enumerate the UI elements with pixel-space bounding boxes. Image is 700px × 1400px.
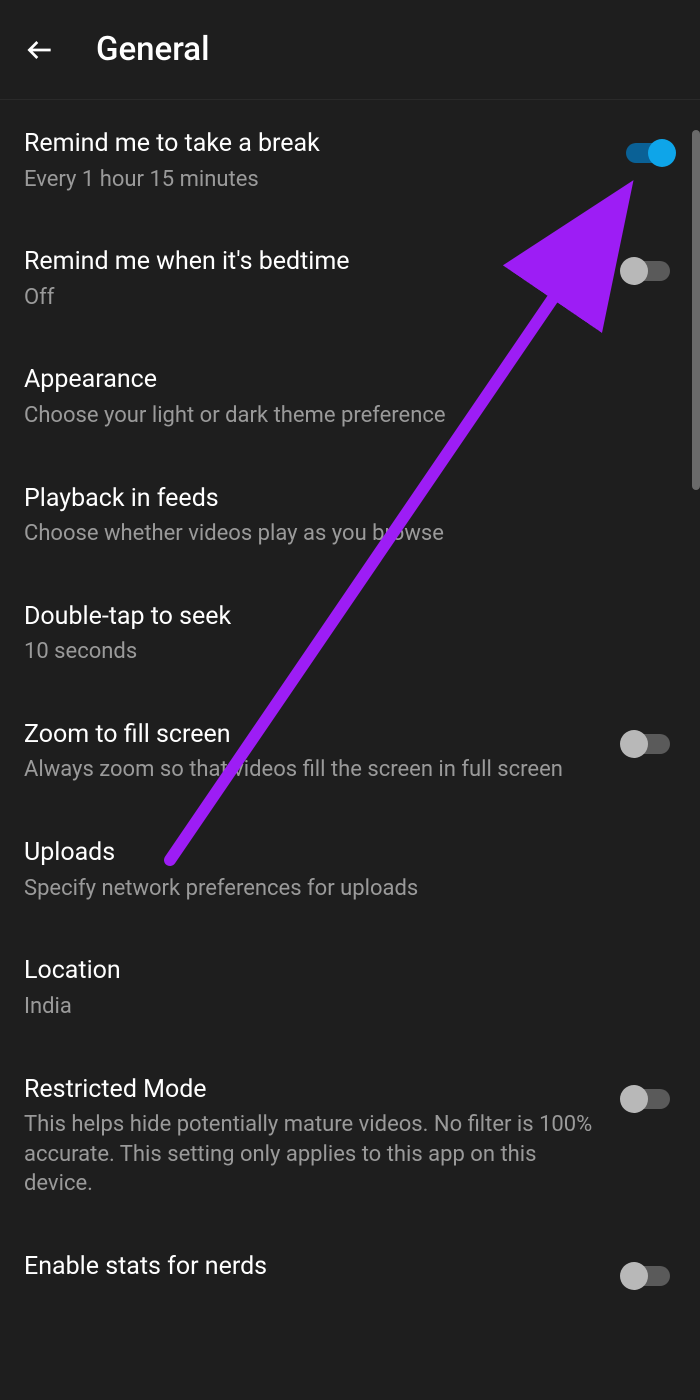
setting-title: Location: [24, 955, 656, 988]
setting-title: Restricted Mode: [24, 1074, 600, 1107]
toggle-remind-break[interactable]: [620, 138, 676, 168]
setting-appearance[interactable]: Appearance Choose your light or dark the…: [0, 336, 700, 454]
setting-subtitle: Choose your light or dark theme preferen…: [24, 401, 656, 431]
setting-remind-break[interactable]: Remind me to take a break Every 1 hour 1…: [0, 100, 700, 218]
setting-uploads[interactable]: Uploads Specify network preferences for …: [0, 809, 700, 927]
header: General: [0, 0, 700, 100]
toggle-bedtime[interactable]: [620, 256, 676, 286]
settings-list: Remind me to take a break Every 1 hour 1…: [0, 100, 700, 1315]
setting-stats-nerds[interactable]: Enable stats for nerds: [0, 1223, 700, 1315]
setting-subtitle: Off: [24, 283, 600, 313]
setting-title: Double-tap to seek: [24, 601, 656, 634]
setting-title: Playback in feeds: [24, 483, 656, 516]
setting-subtitle: 10 seconds: [24, 637, 656, 667]
setting-subtitle: Every 1 hour 15 minutes: [24, 165, 600, 195]
toggle-restricted-mode[interactable]: [620, 1084, 676, 1114]
scrollbar[interactable]: [692, 130, 700, 490]
setting-title: Enable stats for nerds: [24, 1251, 600, 1284]
setting-title: Uploads: [24, 837, 656, 870]
toggle-zoom-fill[interactable]: [620, 729, 676, 759]
setting-title: Remind me to take a break: [24, 128, 600, 161]
setting-subtitle: India: [24, 992, 656, 1022]
toggle-stats-nerds[interactable]: [620, 1261, 676, 1291]
setting-title: Zoom to fill screen: [24, 719, 600, 752]
setting-subtitle: Choose whether videos play as you browse: [24, 519, 656, 549]
setting-title: Appearance: [24, 364, 656, 397]
setting-restricted-mode[interactable]: Restricted Mode This helps hide potentia…: [0, 1046, 700, 1224]
back-arrow-icon[interactable]: [24, 34, 56, 66]
setting-zoom-fill[interactable]: Zoom to fill screen Always zoom so that …: [0, 691, 700, 809]
setting-subtitle: This helps hide potentially mature video…: [24, 1110, 600, 1199]
setting-playback-feeds[interactable]: Playback in feeds Choose whether videos …: [0, 455, 700, 573]
setting-title: Remind me when it's bedtime: [24, 246, 600, 279]
setting-location[interactable]: Location India: [0, 927, 700, 1045]
page-title: General: [96, 30, 209, 69]
setting-bedtime[interactable]: Remind me when it's bedtime Off: [0, 218, 700, 336]
setting-subtitle: Specify network preferences for uploads: [24, 874, 656, 904]
setting-double-tap-seek[interactable]: Double-tap to seek 10 seconds: [0, 573, 700, 691]
setting-subtitle: Always zoom so that videos fill the scre…: [24, 755, 600, 785]
